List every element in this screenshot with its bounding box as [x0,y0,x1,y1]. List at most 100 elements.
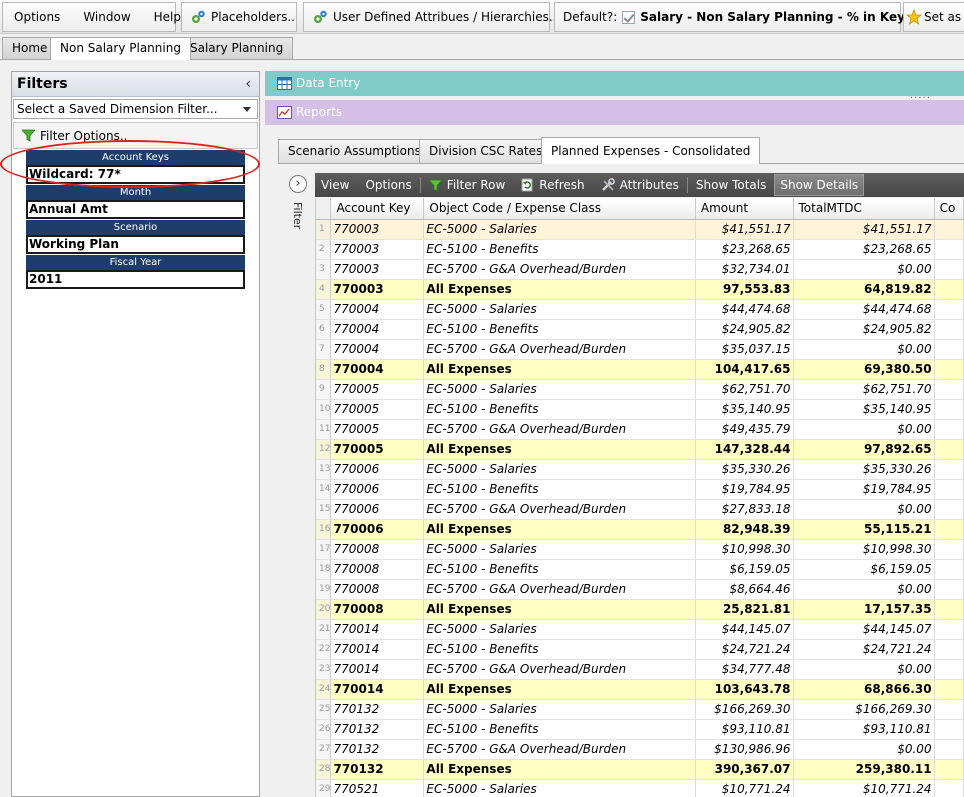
amount-cell[interactable]: $6,159.05 [695,559,794,580]
table-row[interactable]: 1 770003 EC-5000 - Salaries $41,551.17 $41,5… [316,219,964,240]
object-code-cell[interactable]: EC-5700 - G&A Overhead/Burden [423,579,696,600]
amount-cell[interactable]: $35,330.26 [695,459,794,480]
object-code-cell[interactable]: EC-5000 - Salaries [423,619,696,640]
object-code-cell[interactable]: All Expenses [423,599,696,620]
object-code-cell[interactable]: EC-5000 - Salaries [423,459,696,480]
co-cell[interactable] [934,319,964,340]
account-key-cell[interactable]: 770004 [330,319,425,340]
object-code-cell[interactable]: EC-5000 - Salaries [423,379,696,400]
reports-panel-header[interactable]: Reports [265,100,964,125]
amount-cell[interactable]: $27,833.18 [695,499,794,520]
co-cell[interactable] [934,659,964,680]
account-key-cell[interactable]: 770014 [330,619,425,640]
co-cell[interactable] [934,599,964,620]
object-code-cell[interactable]: EC-5700 - G&A Overhead/Burden [423,739,696,760]
amount-cell[interactable]: $10,998.30 [695,539,794,560]
amount-cell[interactable]: 25,821.81 [695,599,794,620]
total-mtdc-cell[interactable]: $35,330.26 [793,459,935,480]
object-code-cell[interactable]: EC-5000 - Salaries [423,299,696,320]
account-key-cell[interactable]: 770005 [330,419,425,440]
account-key-cell[interactable]: 770004 [330,299,425,320]
object-code-cell[interactable]: EC-5100 - Benefits [423,319,696,340]
co-cell[interactable] [934,439,964,460]
account-key-cell[interactable]: 770008 [330,599,425,620]
dimension-value-field[interactable]: Working Plan [26,235,245,254]
account-key-cell[interactable]: 770006 [330,459,425,480]
table-row[interactable]: 18 770008 EC-5100 - Benefits $6,159.05 $6,15… [316,559,964,580]
saved-filter-dropdown[interactable]: Select a Saved Dimension Filter... [13,99,258,119]
total-mtdc-cell[interactable]: $44,145.07 [793,619,935,640]
table-row[interactable]: 27 770132 EC-5700 - G&A Overhead/Burden $13… [316,739,964,760]
account-key-cell[interactable]: 770006 [330,479,425,500]
tab-salary-planning[interactable]: Salary Planning [180,37,294,59]
table-row[interactable]: 10 770005 EC-5100 - Benefits $35,140.95 $35,… [316,399,964,420]
co-cell[interactable] [934,219,964,240]
amount-cell[interactable]: $34,777.48 [695,659,794,680]
co-cell[interactable] [934,359,964,380]
table-row[interactable]: 9 770005 EC-5000 - Salaries $62,751.70 $62,7… [316,379,964,400]
object-code-cell[interactable]: EC-5000 - Salaries [423,219,696,240]
co-cell[interactable] [934,739,964,760]
tab-division-csc-rates[interactable]: Division CSC Rates [419,139,553,163]
amount-cell[interactable]: 390,367.07 [695,759,794,780]
co-cell[interactable] [934,339,964,360]
total-mtdc-cell[interactable]: $0.00 [793,739,935,760]
total-mtdc-cell[interactable]: $0.00 [793,499,935,520]
object-code-cell[interactable]: EC-5700 - G&A Overhead/Burden [423,339,696,360]
amount-cell[interactable]: 82,948.39 [695,519,794,540]
co-cell[interactable] [934,419,964,440]
account-key-cell[interactable]: 770005 [330,439,425,460]
total-mtdc-cell[interactable]: $41,551.17 [793,219,935,240]
dimension-value-field[interactable]: Wildcard: 77* [26,165,245,184]
co-cell[interactable] [934,459,964,480]
menu-options[interactable]: Options [3,3,69,31]
object-code-cell[interactable]: All Expenses [423,519,696,540]
amount-cell[interactable]: $8,664.46 [695,579,794,600]
amount-cell[interactable]: $62,751.70 [695,379,794,400]
account-key-cell[interactable]: 770008 [330,579,425,600]
object-code-cell[interactable]: All Expenses [423,679,696,700]
account-key-cell[interactable]: 770132 [330,759,425,780]
amount-cell[interactable]: $93,110.81 [695,719,794,740]
object-code-cell[interactable]: EC-5100 - Benefits [423,559,696,580]
amount-cell[interactable]: $24,905.82 [695,319,794,340]
table-row[interactable]: 13 770006 EC-5000 - Salaries $35,330.26 $35,… [316,459,964,480]
co-cell[interactable] [934,699,964,720]
object-code-cell[interactable]: EC-5100 - Benefits [423,399,696,420]
user-defined-attributes-button[interactable]: User Defined Attribues / Hierarchies.. [304,3,564,31]
total-mtdc-cell[interactable]: $10,771.24 [793,779,935,797]
account-key-cell[interactable]: 770132 [330,719,425,740]
dimension-value-field[interactable]: Annual Amt [26,200,245,219]
amount-cell[interactable]: $24,721.24 [695,639,794,660]
dimension-value-field[interactable]: 2011 [26,270,245,289]
tab-non-salary-planning[interactable]: Non Salary Planning [50,37,191,60]
account-key-cell[interactable]: 770014 [330,679,425,700]
table-row[interactable]: 3 770003 EC-5700 - G&A Overhead/Burden $32,… [316,259,964,280]
account-key-cell[interactable]: 770014 [330,639,425,660]
view-menu[interactable]: View [315,173,357,197]
amount-cell[interactable]: $35,037.15 [695,339,794,360]
table-row[interactable]: 2 770003 EC-5100 - Benefits $23,268.65 $23,2… [316,239,964,260]
table-row[interactable]: 29 770521 EC-5000 - Salaries $10,771.24 $10,… [316,779,964,797]
account-key-cell[interactable]: 770003 [330,219,425,240]
account-key-cell[interactable]: 770003 [330,239,425,260]
column-header-account-key[interactable]: Account Key [330,198,425,220]
object-code-cell[interactable]: EC-5700 - G&A Overhead/Burden [423,659,696,680]
table-row-total[interactable]: 8 770004 All Expenses 104,417.65 69,380.50 [316,359,964,380]
total-mtdc-cell[interactable]: $6,159.05 [793,559,935,580]
total-mtdc-cell[interactable]: $10,998.30 [793,539,935,560]
total-mtdc-cell[interactable]: 17,157.35 [793,599,935,620]
total-mtdc-cell[interactable]: $19,784.95 [793,479,935,500]
table-row[interactable]: 7 770004 EC-5700 - G&A Overhead/Burden $35,… [316,339,964,360]
total-mtdc-cell[interactable]: $166,269.30 [793,699,935,720]
account-key-cell[interactable]: 770004 [330,339,425,360]
table-row-total[interactable]: 4 770003 All Expenses 97,553.83 64,819.82 [316,279,964,300]
co-cell[interactable] [934,499,964,520]
column-header-co[interactable]: Co [934,198,964,220]
co-cell[interactable] [934,679,964,700]
total-mtdc-cell[interactable]: $0.00 [793,259,935,280]
amount-cell[interactable]: $41,551.17 [695,219,794,240]
co-cell[interactable] [934,779,964,797]
table-row[interactable]: 23 770014 EC-5700 - G&A Overhead/Burden $34… [316,659,964,680]
column-header-total-mtdc[interactable]: TotalMTDC [793,198,935,220]
